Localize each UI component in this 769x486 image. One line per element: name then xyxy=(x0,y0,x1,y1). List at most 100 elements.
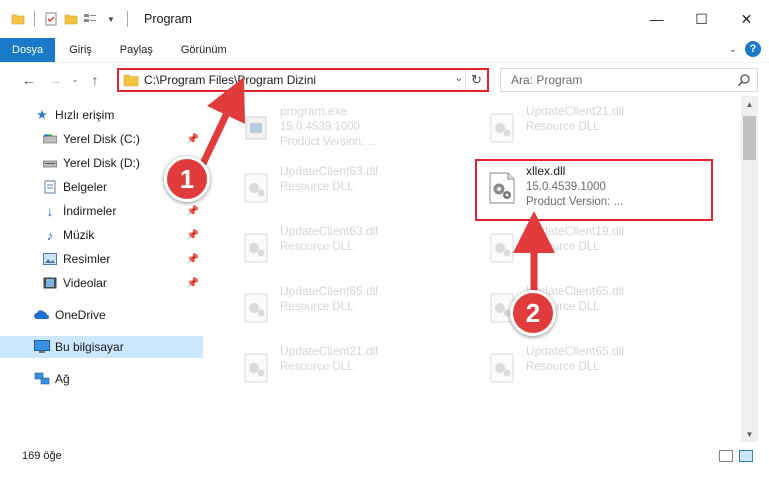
sidebar-item-quick-access[interactable]: ★ Hızlı erişim xyxy=(0,104,203,126)
folder-icon xyxy=(123,74,139,87)
close-button[interactable]: ✕ xyxy=(724,0,769,38)
file-description: Resource DLL xyxy=(526,121,600,133)
file-product-version: Product Version: ... xyxy=(280,136,378,148)
dll-file-icon xyxy=(484,348,520,388)
file-tile-dll[interactable]: UpdateClient19.dll Resource DLL xyxy=(480,222,718,278)
search-input[interactable]: Ara: Program xyxy=(500,68,758,92)
title-bar: ▼ Program — ☐ ✕ xyxy=(0,0,769,38)
file-name: UpdateClient65.dll xyxy=(280,284,379,298)
tab-file[interactable]: Dosya xyxy=(0,38,56,62)
file-name: UpdateClient21.dll xyxy=(280,344,379,358)
file-name: UpdateClient63.dll xyxy=(280,224,379,238)
pictures-icon xyxy=(42,251,58,267)
sidebar-item-label: Videolar xyxy=(63,276,107,290)
sidebar-item-label: OneDrive xyxy=(55,308,106,322)
sidebar-item-onedrive[interactable]: OneDrive xyxy=(0,304,203,326)
documents-icon xyxy=(42,179,58,195)
file-version: 15.0.4539.1000 xyxy=(280,121,360,133)
back-button[interactable]: ← xyxy=(16,67,42,93)
tiles-view-icon[interactable] xyxy=(739,450,753,462)
pin-icon[interactable]: 📌 xyxy=(187,254,199,265)
drive-icon xyxy=(42,131,58,147)
file-name: UpdateClient19.dll xyxy=(526,224,625,238)
tab-view[interactable]: Görünüm xyxy=(167,38,241,62)
computer-icon xyxy=(34,339,50,355)
address-path: C:\Program Files\Program Dizini xyxy=(144,73,317,87)
file-tile-program-exe[interactable]: program.exe 15.0.4539.1000 Product Versi… xyxy=(234,102,472,158)
new-folder-icon[interactable] xyxy=(63,11,79,27)
dll-file-icon xyxy=(238,168,274,208)
address-bar[interactable]: C:\Program Files\Program Dizini ⌄ ↻ xyxy=(117,68,489,92)
forward-button[interactable]: → xyxy=(42,67,68,93)
maximize-button[interactable]: ☐ xyxy=(679,0,724,38)
sidebar-item-music[interactable]: ♪ Müzik 📌 xyxy=(0,224,203,246)
view-options-icon[interactable] xyxy=(83,11,99,27)
sidebar-item-local-disk-c[interactable]: Yerel Disk (C:) 📌 xyxy=(0,128,203,150)
vertical-scrollbar[interactable]: ▲ ▼ xyxy=(741,96,758,442)
details-view-icon[interactable] xyxy=(719,450,733,462)
folder-icon xyxy=(10,11,26,27)
sidebar-item-downloads[interactable]: ↓ İndirmeler 📌 xyxy=(0,200,203,222)
dll-file-icon xyxy=(238,228,274,268)
divider xyxy=(34,11,35,27)
scroll-down-icon[interactable]: ▼ xyxy=(741,426,758,442)
downloads-icon: ↓ xyxy=(46,203,54,219)
file-tile-dll[interactable]: UpdateClient21.dll Resource DLL xyxy=(480,102,718,158)
file-tile-dll[interactable]: UpdateClient63.dll Resource DLL xyxy=(234,222,472,278)
file-tile-dll[interactable]: UpdateClient65.dll Resource DLL xyxy=(234,282,472,338)
sidebar-item-label: Ağ xyxy=(55,372,70,386)
file-description: Resource DLL xyxy=(280,241,354,253)
cloud-icon xyxy=(34,307,50,323)
sidebar-item-label: Bu bilgisayar xyxy=(55,340,124,354)
properties-icon[interactable] xyxy=(43,11,59,27)
file-name: UpdateClient21.dll xyxy=(526,104,625,118)
customize-toolbar-icon[interactable]: ▼ xyxy=(103,11,119,27)
expand-ribbon-icon[interactable]: ⌄ xyxy=(729,44,737,55)
ribbon-tabs: Dosya Giriş Paylaş Görünüm ⌄ ? xyxy=(0,38,769,62)
scroll-up-icon[interactable]: ▲ xyxy=(741,96,758,112)
sidebar-item-network[interactable]: Ağ xyxy=(0,368,203,390)
star-icon: ★ xyxy=(36,107,48,122)
sidebar-item-label: Hızlı erişim xyxy=(55,108,115,122)
tab-home[interactable]: Giriş xyxy=(55,38,106,62)
navigation-pane: ★ Hızlı erişim Yerel Disk (C:) 📌 Yerel D… xyxy=(0,96,208,442)
scrollbar-thumb[interactable] xyxy=(743,116,756,160)
file-description: Resource DLL xyxy=(280,361,354,373)
help-icon[interactable]: ? xyxy=(745,41,761,57)
sidebar-item-label: Resimler xyxy=(63,252,111,266)
pin-icon[interactable]: 📌 xyxy=(187,206,199,217)
tab-share[interactable]: Paylaş xyxy=(106,38,167,62)
up-button[interactable]: ↑ xyxy=(82,67,108,93)
dll-file-icon xyxy=(238,348,274,388)
file-list: program.exe 15.0.4539.1000 Product Versi… xyxy=(208,96,741,442)
navigation-bar: ← → ⌄ ↑ C:\Program Files\Program Dizini … xyxy=(0,62,769,96)
dll-file-icon xyxy=(484,228,520,268)
sidebar-item-label: Yerel Disk (D:) xyxy=(63,156,140,170)
file-name: UpdateClient65.dll xyxy=(526,344,625,358)
file-description: Resource DLL xyxy=(526,361,600,373)
search-icon xyxy=(737,74,750,87)
file-name: UpdateClient63.dll xyxy=(280,164,379,178)
minimize-button[interactable]: — xyxy=(634,0,679,38)
sidebar-item-this-pc[interactable]: Bu bilgisayar xyxy=(0,336,203,358)
sidebar-item-label: İndirmeler xyxy=(63,204,117,218)
refresh-icon[interactable]: ↻ xyxy=(465,70,487,90)
address-dropdown-icon[interactable]: ⌄ xyxy=(455,73,463,84)
pin-icon[interactable]: 📌 xyxy=(187,278,199,289)
step-2-callout: 2 xyxy=(510,290,556,336)
status-bar: 169 öğe xyxy=(0,442,769,470)
file-description: Resource DLL xyxy=(280,181,354,193)
file-tile-dll[interactable]: UpdateClient65.dll Resource DLL xyxy=(480,342,718,398)
sidebar-item-pictures[interactable]: Resimler 📌 xyxy=(0,248,203,270)
pin-icon[interactable]: 📌 xyxy=(187,134,199,145)
recent-locations-icon[interactable]: ⌄ xyxy=(68,67,82,93)
sidebar-item-videos[interactable]: Videolar 📌 xyxy=(0,272,203,294)
network-icon xyxy=(34,371,50,387)
file-description: Resource DLL xyxy=(280,301,354,313)
dll-file-icon xyxy=(238,288,274,328)
file-description: Resource DLL xyxy=(526,241,600,253)
dll-file-icon xyxy=(484,108,520,148)
file-tile-dll[interactable]: UpdateClient63.dll Resource DLL xyxy=(234,162,472,218)
pin-icon[interactable]: 📌 xyxy=(187,230,199,241)
file-tile-dll[interactable]: UpdateClient21.dll Resource DLL xyxy=(234,342,472,398)
